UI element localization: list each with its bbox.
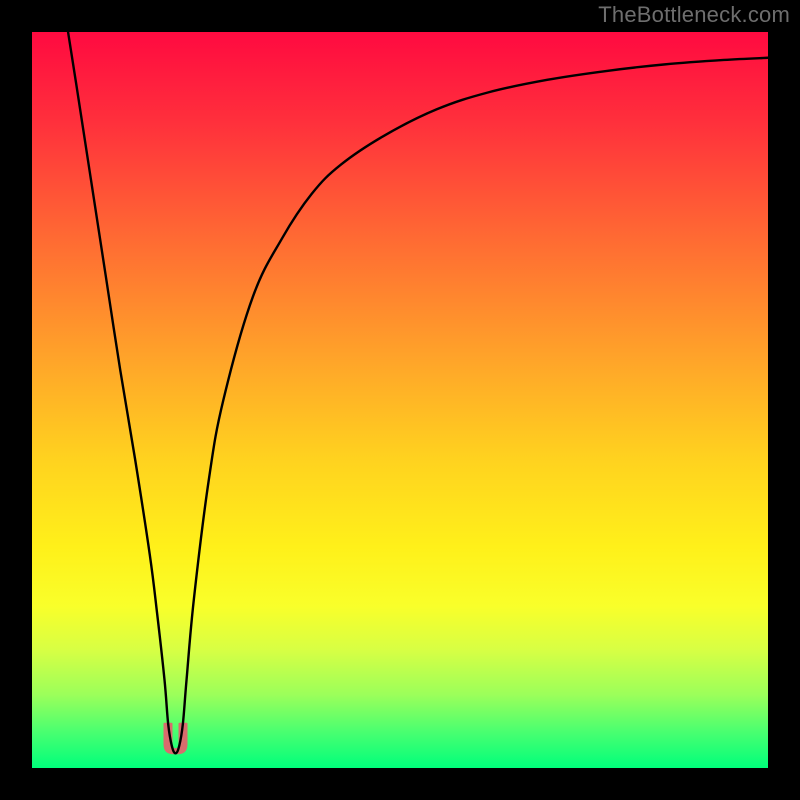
bottleneck-curve [32,32,768,768]
plot-area [32,32,768,768]
watermark-text: TheBottleneck.com [598,2,790,28]
chart-frame: TheBottleneck.com [0,0,800,800]
curve-line [68,32,768,753]
